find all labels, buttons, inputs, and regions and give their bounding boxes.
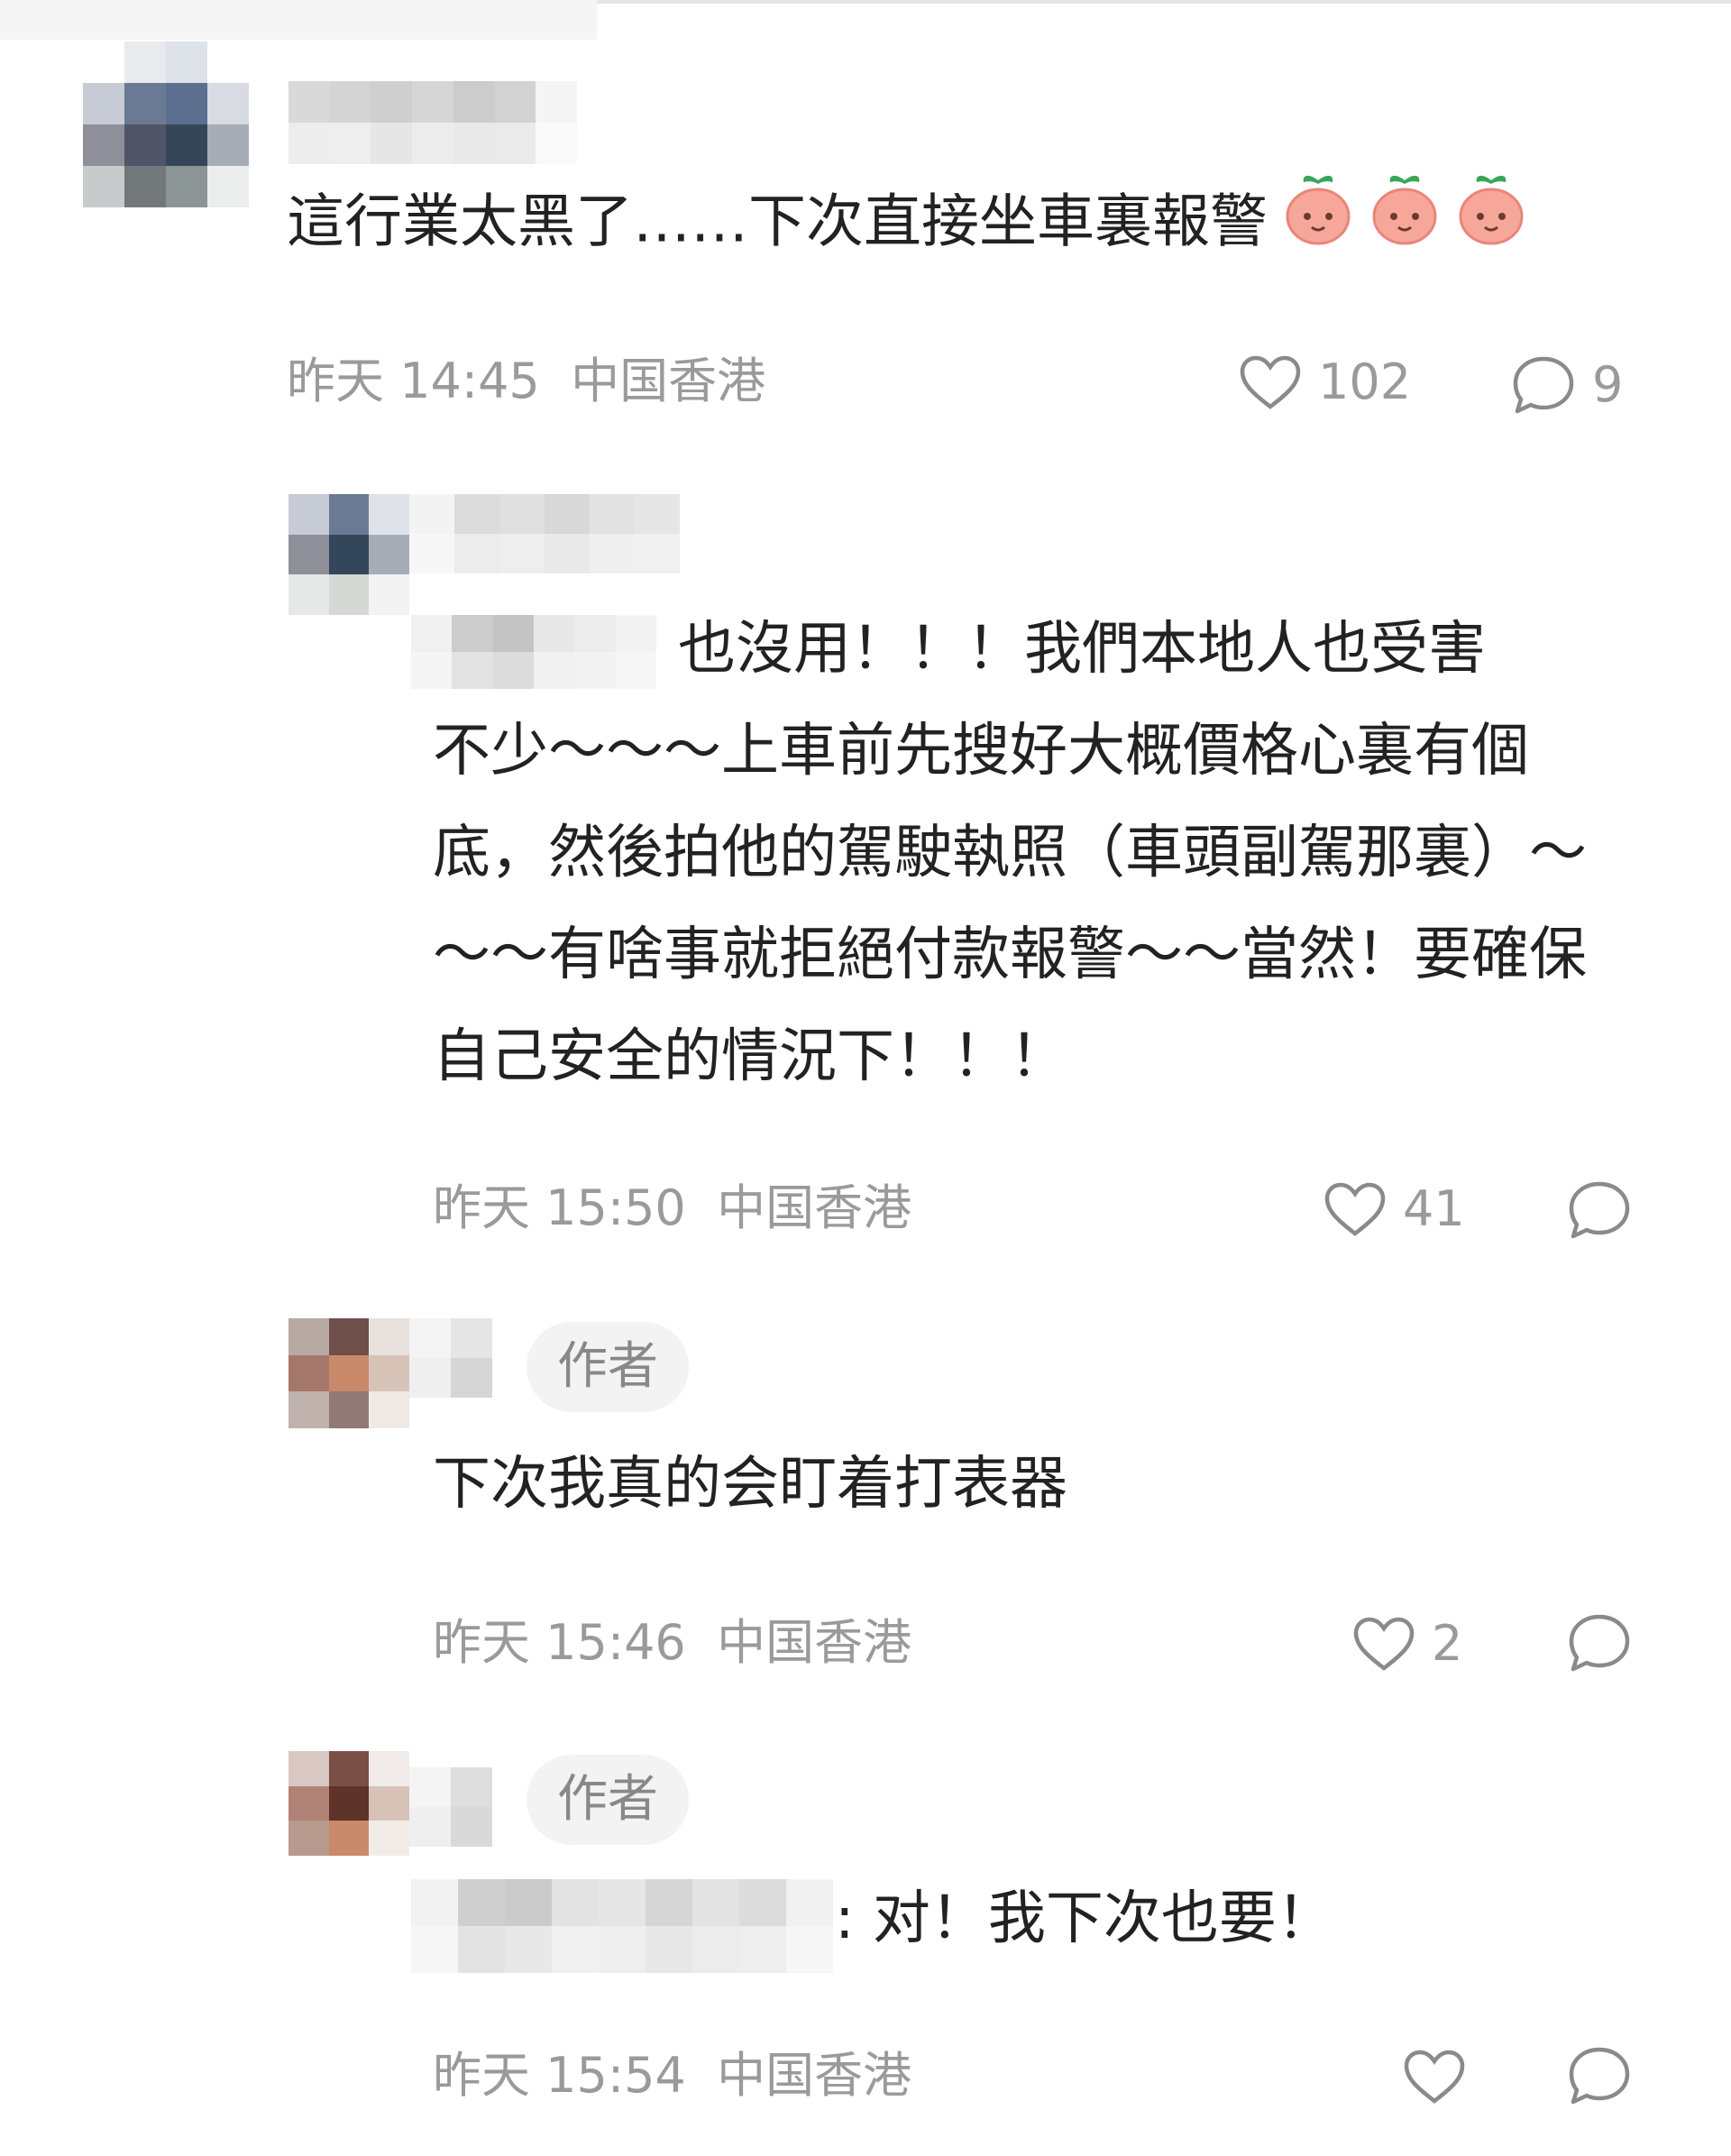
username-blurred[interactable] [409,494,680,573]
reply-time: 昨天 15:46 [433,1614,686,1671]
like-button[interactable]: 2 [1352,1616,1462,1672]
avatar[interactable] [288,494,409,615]
reply-meta: 昨天 15:54 中国香港 [433,2049,911,2103]
reply-text: 下次我真的会盯着打表器 [433,1451,1067,1518]
username-blurred[interactable] [409,1318,492,1398]
chat-bubble-icon [1569,1181,1630,1239]
top-bar [0,0,597,40]
avatar[interactable] [83,41,249,207]
reply-text: : 对！我下次也要！ [835,1885,1334,1952]
like-count: 2 [1432,1615,1463,1672]
avatar[interactable] [288,1751,409,1856]
reply-location: 中国香港 [717,1179,912,1236]
peach-face-emoji-icon [1282,171,1354,280]
comment-location: 中国香港 [571,353,766,409]
reply-location: 中国香港 [717,1614,912,1671]
chat-bubble-icon [1569,2047,1630,2105]
comment-text: 這行業太黑了……下次直接坐車裏報警 [287,171,1527,280]
avatar[interactable] [288,1318,409,1428]
reply-meta: 昨天 15:46 中国香港 [433,1616,911,1670]
reply-time: 昨天 15:54 [433,2047,686,2104]
top-divider [597,0,1731,4]
heart-outline-icon [1240,355,1301,409]
chat-bubble-icon [1513,356,1574,414]
comment-meta: 昨天 14:45 中国香港 [287,354,765,408]
reply-button[interactable] [1567,2045,1632,2106]
like-count: 102 [1318,353,1412,410]
peach-face-emoji-icon [1369,171,1441,280]
like-button[interactable] [1403,2049,1466,2105]
like-button[interactable]: 41 [1323,1181,1465,1237]
comment-time: 昨天 14:45 [287,353,540,409]
reply-button[interactable] [1567,1612,1632,1674]
chat-bubble-icon [1569,1614,1630,1672]
heart-outline-icon [1353,1617,1415,1671]
author-badge: 作者 [527,1755,689,1845]
like-count: 41 [1403,1180,1465,1237]
reply-text-line1: 也沒用！！！我們本地人也受害 [678,616,1486,683]
reply-time: 昨天 15:50 [433,1179,686,1236]
like-button[interactable]: 102 [1239,354,1411,410]
reply-text: 也沒用！！！我們本地人也受害 不少～～～上車前先搜好大概價格心裏有個底，然後拍他… [433,599,1605,1108]
reply-text-rest: 不少～～～上車前先搜好大概價格心裏有個底，然後拍他的駕駛執照（車頭副駕那裏）～～… [433,718,1587,1090]
reply-meta: 昨天 15:50 中国香港 [433,1181,911,1235]
heart-outline-icon [1324,1182,1386,1236]
author-badge: 作者 [527,1322,689,1412]
reply-count: 9 [1592,356,1624,413]
username-blurred[interactable] [409,1767,492,1847]
peach-face-emoji-icon [1455,171,1527,280]
reply-button[interactable]: 9 [1511,354,1623,416]
heart-outline-icon [1404,2050,1465,2104]
reply-button[interactable] [1567,1179,1632,1241]
username-blurred[interactable] [288,81,577,164]
reply-location: 中国香港 [717,2047,912,2104]
mention-blurred[interactable] [411,1879,833,1973]
